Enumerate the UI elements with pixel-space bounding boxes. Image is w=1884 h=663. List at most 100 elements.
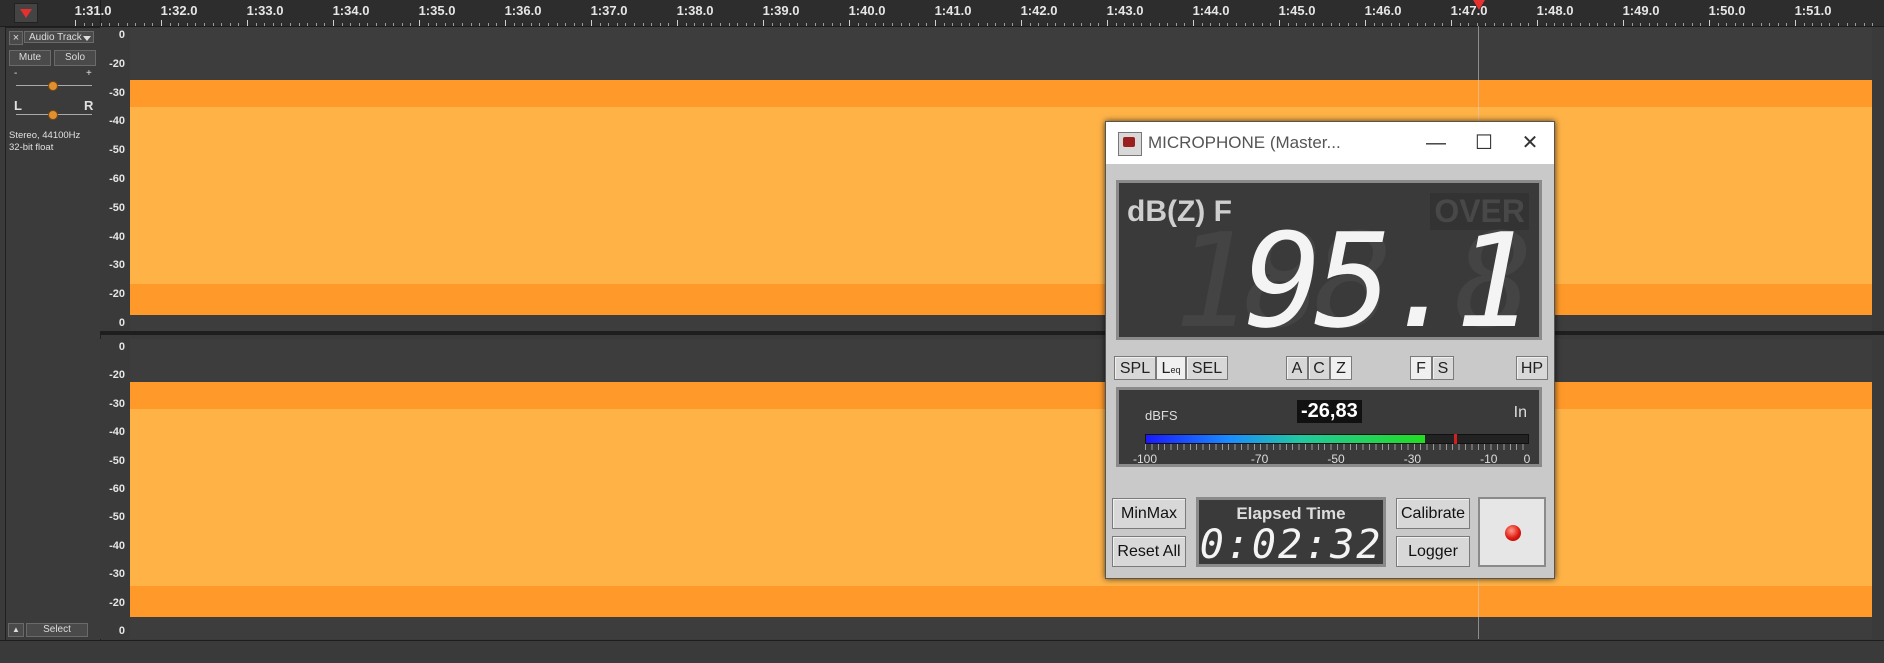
- ruler-minor-tick: [1089, 23, 1091, 26]
- ruler-minor-tick: [152, 23, 154, 26]
- highpass-button[interactable]: HP: [1516, 356, 1548, 380]
- waveform-channel-right[interactable]: [130, 339, 1872, 639]
- ruler-minor-tick: [548, 23, 549, 26]
- timeline-options-icon[interactable]: [14, 3, 38, 23]
- scale-label: -20: [109, 57, 125, 70]
- ruler-minor-tick: [462, 23, 463, 26]
- ruler-minor-tick: [1597, 23, 1599, 26]
- ruler-label: 1:34.0: [332, 3, 370, 18]
- ruler-minor-tick: [1003, 23, 1005, 26]
- a-weighting-button[interactable]: A: [1286, 356, 1308, 380]
- fast-response-button[interactable]: F: [1410, 356, 1432, 380]
- ruler-minor-tick: [1322, 23, 1323, 26]
- c-weighting-button[interactable]: C: [1308, 356, 1330, 380]
- sel-mode-button[interactable]: SEL: [1186, 356, 1228, 380]
- reset-all-button[interactable]: Reset All: [1112, 536, 1186, 567]
- scale-label: 0: [118, 29, 125, 41]
- timeline-ruler[interactable]: 1:31.0 1:32.0 1:33.0 1:34.0 1:35.0 1:36.0 1:37…: [0, 0, 1884, 27]
- scale-label: -50: [109, 454, 125, 467]
- ruler-minor-tick: [1081, 23, 1083, 26]
- ruler-minor-tick: [978, 23, 979, 26]
- ruler-tick: [505, 20, 506, 26]
- ruler-tick: [849, 20, 850, 26]
- ruler-minor-tick: [806, 23, 807, 26]
- ruler-tick: [333, 20, 334, 26]
- ruler-minor-tick: [410, 23, 412, 26]
- ruler-minor-tick: [874, 23, 876, 26]
- close-button[interactable]: ✕: [1510, 128, 1550, 158]
- chevron-down-icon: [83, 36, 91, 41]
- ruler-minor-tick: [1545, 23, 1547, 26]
- solo-button[interactable]: Solo: [54, 50, 96, 66]
- ruler-minor-tick: [109, 23, 111, 26]
- level-scale-label: 0: [1523, 452, 1531, 466]
- scale-label: -50: [109, 144, 125, 157]
- pan-slider[interactable]: [48, 110, 58, 120]
- level-unit-label: dBFS: [1145, 408, 1178, 423]
- level-value: -26,83: [1297, 400, 1362, 423]
- ruler-minor-tick: [823, 23, 825, 26]
- ruler-minor-tick: [1511, 23, 1513, 26]
- collapse-track-button[interactable]: ▲: [8, 623, 24, 637]
- ruler-minor-tick: [1494, 23, 1495, 26]
- ruler-minor-tick: [917, 23, 919, 26]
- input-level-meter: dBFS -26,83 In -100 -70 -50 -30 -10 0: [1116, 387, 1542, 467]
- record-button[interactable]: [1478, 497, 1546, 567]
- ruler-minor-tick: [135, 23, 137, 26]
- ruler-minor-tick: [1648, 23, 1650, 26]
- ruler-minor-tick: [1554, 23, 1556, 26]
- ruler-minor-tick: [444, 23, 446, 26]
- gain-slider[interactable]: [48, 81, 58, 91]
- mute-button[interactable]: Mute: [9, 50, 51, 66]
- track-name-menu[interactable]: Audio Track: [24, 31, 94, 43]
- waveform-rms-region: [130, 409, 1872, 586]
- ruler-minor-tick: [1855, 23, 1857, 26]
- playhead-marker-icon[interactable]: [1473, 0, 1485, 10]
- track-close-button[interactable]: ×: [9, 31, 23, 45]
- waveform-rms-region: [130, 107, 1872, 284]
- calibrate-button[interactable]: Calibrate: [1396, 498, 1470, 529]
- ruler-minor-tick: [393, 23, 395, 26]
- ruler-minor-tick: [1812, 23, 1814, 26]
- scale-label: 0: [118, 341, 125, 353]
- ruler-minor-tick: [487, 23, 489, 26]
- scale-label: -30: [109, 397, 125, 410]
- ruler-minor-tick: [754, 23, 756, 26]
- ruler-minor-tick: [212, 23, 214, 26]
- pan-right-label: R: [84, 98, 94, 113]
- ruler-minor-tick: [883, 23, 885, 26]
- scale-label: -30: [109, 259, 125, 272]
- select-track-button[interactable]: Select: [26, 623, 88, 637]
- slow-response-button[interactable]: S: [1432, 356, 1454, 380]
- ruler-minor-tick: [1631, 23, 1633, 26]
- ruler-tick: [1107, 20, 1108, 26]
- ruler-minor-tick: [1141, 23, 1143, 26]
- ruler-tick: [75, 20, 76, 26]
- ruler-label: 1:40.0: [848, 3, 886, 18]
- channel1-scale: 0 -20 -30 -40 -50 -60 -50 -40 -30 -20 0: [100, 27, 128, 331]
- ruler-minor-tick: [1502, 23, 1504, 26]
- ruler-minor-tick: [1829, 23, 1831, 26]
- ruler-minor-tick: [1175, 23, 1177, 26]
- leq-subscript: eq: [1170, 365, 1181, 375]
- ruler-minor-tick: [745, 23, 747, 26]
- logger-button[interactable]: Logger: [1396, 536, 1470, 567]
- pan-left-label: L: [14, 98, 22, 113]
- ruler-tick: [763, 20, 764, 26]
- waveform-channel-left[interactable]: [130, 27, 1872, 331]
- scale-label: -20: [109, 288, 125, 301]
- ruler-minor-tick: [229, 23, 231, 26]
- ruler-minor-tick: [530, 23, 532, 26]
- minmax-button[interactable]: MinMax: [1112, 498, 1186, 529]
- ruler-minor-tick: [453, 23, 455, 26]
- ruler-minor-tick: [1717, 23, 1719, 26]
- ruler-minor-tick: [1580, 23, 1581, 26]
- spl-titlebar[interactable]: MICROPHONE (Master... — ☐ ✕: [1106, 122, 1554, 164]
- ruler-minor-tick: [960, 23, 962, 26]
- spl-mode-button[interactable]: SPL: [1114, 356, 1156, 380]
- gain-plus-label: +: [86, 68, 92, 79]
- maximize-button[interactable]: ☐: [1464, 128, 1504, 158]
- leq-mode-button[interactable]: Leq: [1156, 356, 1186, 380]
- minimize-button[interactable]: —: [1416, 128, 1456, 158]
- z-weighting-button[interactable]: Z: [1330, 356, 1352, 380]
